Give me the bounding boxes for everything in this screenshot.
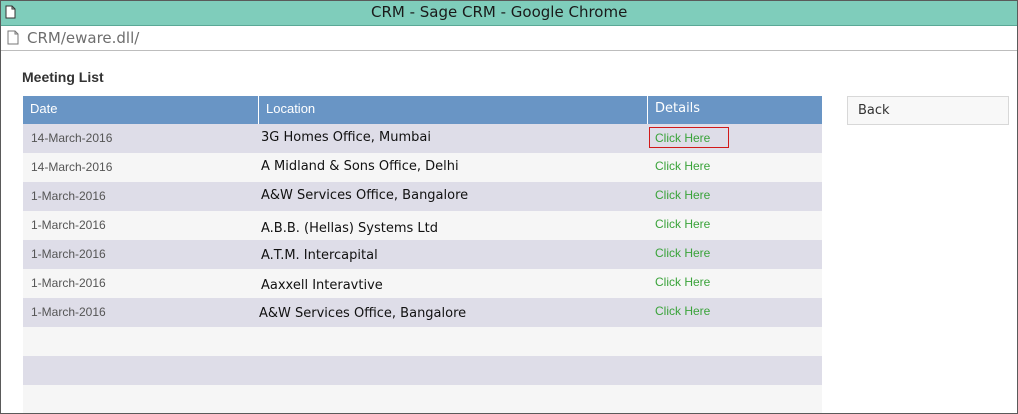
details-link[interactable]: Click Here bbox=[655, 246, 710, 260]
table-row: 14-March-2016 3G Homes Office, Mumbai Cl… bbox=[23, 124, 822, 153]
details-link[interactable]: Click Here bbox=[655, 275, 710, 289]
table-row: 1-March-2016 A.B.B. (Hellas) Systems Ltd… bbox=[23, 211, 822, 240]
row-location: Aaxxell Interavtive bbox=[261, 278, 383, 293]
table-header: Date Location Details bbox=[23, 96, 822, 124]
row-date: 1-March-2016 bbox=[31, 218, 106, 232]
row-location: 3G Homes Office, Mumbai bbox=[261, 130, 431, 145]
browser-window: CRM - Sage CRM - Google Chrome CRM/eware… bbox=[0, 0, 1018, 414]
page-title: Meeting List bbox=[22, 69, 104, 85]
row-date: 1-March-2016 bbox=[31, 276, 106, 290]
details-link[interactable]: Click Here bbox=[655, 159, 710, 173]
back-button[interactable]: Back bbox=[847, 96, 1009, 125]
table-row: 1-March-2016 A.T.M. Intercapital Click H… bbox=[23, 240, 822, 269]
page-content: Meeting List Date Location Details 14-Ma… bbox=[1, 51, 1017, 413]
row-location: A Midland & Sons Office, Delhi bbox=[261, 159, 459, 174]
row-date: 1-March-2016 bbox=[31, 189, 106, 203]
empty-row bbox=[23, 385, 822, 413]
row-date: 1-March-2016 bbox=[31, 247, 106, 261]
url-text[interactable]: CRM/eware.dll/ bbox=[27, 29, 139, 47]
row-location: A.B.B. (Hellas) Systems Ltd bbox=[261, 221, 439, 236]
details-link[interactable]: Click Here bbox=[655, 188, 710, 202]
title-bar: CRM - Sage CRM - Google Chrome bbox=[1, 1, 1017, 26]
details-link[interactable]: Click Here bbox=[655, 304, 710, 318]
row-date: 14-March-2016 bbox=[31, 131, 113, 145]
details-link[interactable]: Click Here bbox=[649, 127, 729, 148]
table-row: 14-March-2016 A Midland & Sons Office, D… bbox=[23, 153, 822, 182]
empty-row bbox=[23, 327, 822, 356]
column-header-details[interactable]: Details bbox=[647, 96, 822, 124]
empty-row bbox=[23, 356, 822, 385]
column-header-location[interactable]: Location bbox=[258, 96, 647, 124]
row-location: A&W Services Office, Bangalore bbox=[259, 306, 467, 321]
table-row: 1-March-2016 Aaxxell Interavtive Click H… bbox=[23, 269, 822, 298]
address-bar[interactable]: CRM/eware.dll/ bbox=[1, 26, 1017, 51]
row-location: A.T.M. Intercapital bbox=[261, 248, 378, 263]
page-icon bbox=[7, 30, 19, 50]
details-link[interactable]: Click Here bbox=[655, 217, 710, 231]
window-title: CRM - Sage CRM - Google Chrome bbox=[371, 3, 628, 21]
table-row: 1-March-2016 A&W Services Office, Bangal… bbox=[23, 182, 822, 211]
row-location: A&W Services Office, Bangalore bbox=[261, 188, 469, 203]
table-row: 1-March-2016 A&W Services Office, Bangal… bbox=[23, 298, 822, 327]
meeting-list-table: Date Location Details 14-March-2016 3G H… bbox=[23, 96, 822, 413]
row-date: 1-March-2016 bbox=[31, 305, 106, 319]
column-header-date[interactable]: Date bbox=[23, 96, 258, 124]
row-date: 14-March-2016 bbox=[31, 160, 113, 174]
